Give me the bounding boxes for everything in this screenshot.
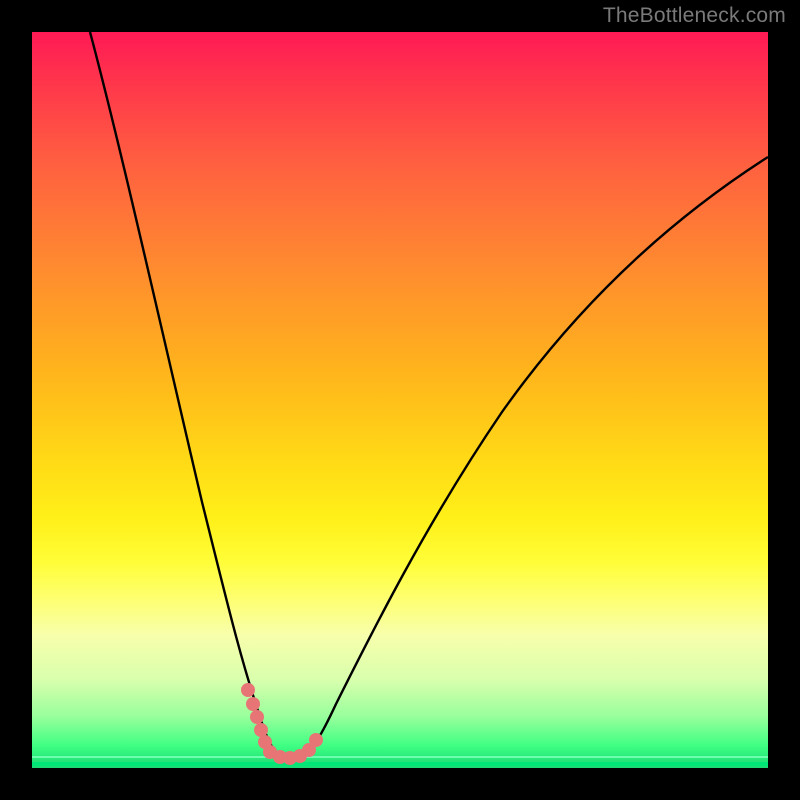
curve-right-branch	[300, 157, 768, 758]
marker-group-left	[241, 683, 272, 749]
curve-left-branch	[90, 32, 284, 759]
bottleneck-curve-svg	[32, 32, 768, 768]
watermark-text: TheBottleneck.com	[603, 4, 786, 28]
chart-frame: TheBottleneck.com	[0, 0, 800, 800]
marker-group-bottom	[263, 733, 323, 765]
